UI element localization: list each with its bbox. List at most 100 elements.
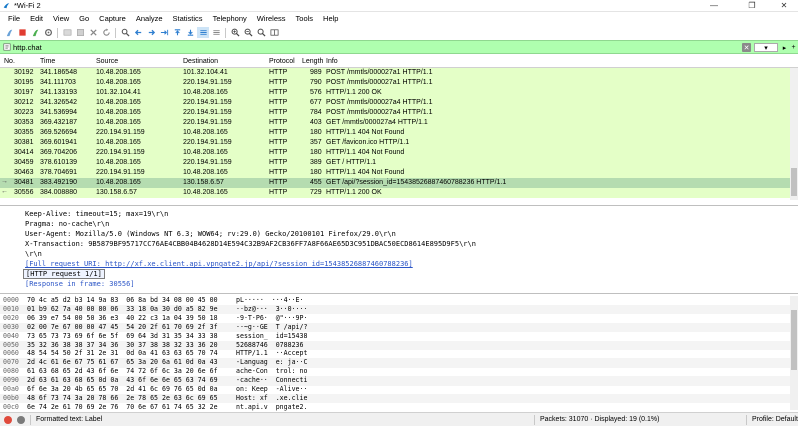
table-cell-info: GET /favicon.ico HTTP/1.1 bbox=[326, 139, 410, 146]
table-cell-source: 10.48.208.165 bbox=[96, 119, 141, 126]
column-header-protocol[interactable]: Protocol bbox=[269, 58, 295, 65]
full-request-uri-link[interactable]: [Full request URI: http://xf.xe.client.a… bbox=[25, 260, 413, 268]
table-row[interactable]: 30192 341.186548 10.48.208.165 101.32.104.4… bbox=[0, 68, 798, 78]
packet-list-scrollbar[interactable] bbox=[790, 68, 798, 200]
go-back-icon[interactable] bbox=[132, 27, 144, 38]
first-packet-icon[interactable] bbox=[171, 27, 183, 38]
table-row[interactable]: → 30481 383.492190 10.48.208.165 130.158.6.5… bbox=[0, 178, 798, 188]
table-row[interactable]: 30223 341.536994 10.48.208.165 220.194.91.1… bbox=[0, 108, 798, 118]
http-request-count[interactable]: [HTTP request 1/1] bbox=[23, 269, 105, 279]
reload-file-icon[interactable] bbox=[100, 27, 112, 38]
menu-tools[interactable]: Tools bbox=[291, 13, 319, 25]
scrollbar-thumb[interactable] bbox=[791, 310, 797, 370]
menu-view[interactable]: View bbox=[48, 13, 74, 25]
start-capture-icon[interactable] bbox=[3, 27, 15, 38]
table-row[interactable]: 30414 369.704206 220.194.91.159 10.48.208.1… bbox=[0, 148, 798, 158]
column-header-source[interactable]: Source bbox=[96, 58, 118, 65]
capture-options-icon[interactable] bbox=[42, 27, 54, 38]
table-cell-destination: 220.194.91.159 bbox=[183, 119, 232, 126]
table-cell-length: 403 bbox=[310, 119, 322, 126]
column-header-no[interactable]: No. bbox=[4, 58, 15, 65]
restart-capture-icon[interactable] bbox=[29, 27, 41, 38]
status-separator bbox=[30, 415, 31, 425]
table-row[interactable]: 30195 341.111703 10.48.208.165 220.194.91.1… bbox=[0, 78, 798, 88]
maximize-button[interactable]: ❐ bbox=[738, 0, 766, 12]
table-row[interactable]: 30353 369.432187 10.48.208.165 220.194.91.1… bbox=[0, 118, 798, 128]
zoom-out-icon[interactable] bbox=[242, 27, 254, 38]
table-cell-length: 989 bbox=[310, 69, 322, 76]
table-row[interactable]: ← 30556 384.008880 130.158.6.57 10.48.208.16… bbox=[0, 188, 798, 198]
display-filter-input[interactable] bbox=[13, 42, 733, 53]
expert-info-icon[interactable] bbox=[4, 416, 12, 424]
hex-ascii: Host: xf .xe.clie bbox=[236, 393, 308, 402]
save-file-icon[interactable] bbox=[74, 27, 86, 38]
bytes-scrollbar[interactable] bbox=[790, 296, 798, 410]
find-packet-icon[interactable] bbox=[119, 27, 131, 38]
table-cell-protocol: HTTP bbox=[269, 179, 288, 186]
table-cell-time: 369.601941 bbox=[40, 139, 77, 146]
apply-filter-button[interactable]: ▸ bbox=[781, 43, 788, 52]
add-filter-button[interactable]: + bbox=[790, 43, 797, 52]
column-header-length[interactable]: Length bbox=[302, 58, 323, 65]
autoscroll-icon[interactable] bbox=[197, 27, 209, 38]
open-file-icon[interactable] bbox=[61, 27, 73, 38]
column-header-info[interactable]: Info bbox=[326, 58, 338, 65]
table-cell-no: 30355 bbox=[14, 129, 34, 136]
go-forward-icon[interactable] bbox=[145, 27, 157, 38]
hex-offset: 0080 bbox=[3, 367, 19, 376]
table-cell-source: 130.158.6.57 bbox=[96, 189, 137, 196]
table-cell-source: 10.48.208.165 bbox=[96, 69, 141, 76]
table-cell-length: 784 bbox=[310, 109, 322, 116]
menu-file[interactable]: File bbox=[3, 13, 25, 25]
table-row[interactable]: 30197 341.133193 101.32.104.41 10.48.208.16… bbox=[0, 88, 798, 98]
hex-row[interactable]: 00c0 6e 74 2e 61 70 69 2e 76 70 6e 67 61 … bbox=[0, 403, 790, 413]
table-row[interactable]: 30355 369.526694 220.194.91.159 10.48.208.1… bbox=[0, 128, 798, 138]
detail-line[interactable]: X-Transaction: 9B5879BF95717CC76AE4CBB04… bbox=[25, 240, 476, 248]
stop-capture-icon[interactable] bbox=[16, 27, 28, 38]
scrollbar-thumb[interactable] bbox=[791, 168, 797, 196]
minimize-button[interactable]: — bbox=[700, 0, 728, 12]
close-button[interactable]: ✕ bbox=[770, 0, 798, 12]
table-cell-info: GET /api/?session_id=1543852688746078823… bbox=[326, 179, 507, 186]
filter-bookmark-icon[interactable] bbox=[3, 43, 11, 51]
menu-telephony[interactable]: Telephony bbox=[208, 13, 252, 25]
detail-line[interactable]: \r\n bbox=[25, 250, 42, 258]
go-to-packet-icon[interactable] bbox=[158, 27, 170, 38]
table-cell-time: 369.432187 bbox=[40, 119, 77, 126]
table-row[interactable]: 30212 341.326542 10.48.208.165 220.194.91.1… bbox=[0, 98, 798, 108]
capture-comment-icon[interactable] bbox=[17, 416, 25, 424]
menu-statistics[interactable]: Statistics bbox=[168, 13, 208, 25]
table-cell-protocol: HTTP bbox=[269, 99, 288, 106]
column-header-time[interactable]: Time bbox=[40, 58, 55, 65]
clear-filter-button[interactable]: ✕ bbox=[742, 43, 751, 52]
zoom-normal-icon[interactable] bbox=[255, 27, 267, 38]
table-cell-info: HTTP/1.1 404 Not Found bbox=[326, 149, 405, 156]
table-cell-source: 220.194.91.159 bbox=[96, 169, 145, 176]
table-row[interactable]: 30463 378.704691 220.194.91.159 10.48.208.1… bbox=[0, 168, 798, 178]
column-header-destination[interactable]: Destination bbox=[183, 58, 218, 65]
detail-line[interactable]: Keep-Alive: timeout=15; max=19\r\n bbox=[25, 210, 168, 218]
zoom-in-icon[interactable] bbox=[229, 27, 241, 38]
detail-line[interactable]: Pragma: no-cache\r\n bbox=[25, 220, 109, 228]
table-cell-info: HTTP/1.1 404 Not Found bbox=[326, 169, 405, 176]
last-packet-icon[interactable] bbox=[184, 27, 196, 38]
table-row[interactable]: 30381 369.601941 10.48.208.165 220.194.91.1… bbox=[0, 138, 798, 148]
menu-analyze[interactable]: Analyze bbox=[131, 13, 168, 25]
table-cell-info: POST /mmtls/000027a4 HTTP/1.1 bbox=[326, 99, 433, 106]
menu-go[interactable]: Go bbox=[74, 13, 94, 25]
menu-capture[interactable]: Capture bbox=[94, 13, 131, 25]
menu-wireless[interactable]: Wireless bbox=[252, 13, 291, 25]
response-in-frame-link[interactable]: [Response in frame: 30556] bbox=[25, 280, 135, 288]
colorize-icon[interactable] bbox=[210, 27, 222, 38]
profile-label[interactable]: Profile: Default bbox=[752, 416, 798, 423]
detail-line[interactable]: User-Agent: Mozilla/5.0 (Windows NT 6.3;… bbox=[25, 230, 396, 238]
table-row[interactable]: 30459 378.610139 10.48.208.165 220.194.91.1… bbox=[0, 158, 798, 168]
packet-details-pane: Keep-Alive: timeout=15; max=19\r\n Pragm… bbox=[0, 205, 798, 290]
resize-columns-icon[interactable] bbox=[268, 27, 280, 38]
filter-history-dropdown[interactable]: ▾ bbox=[754, 43, 778, 52]
hex-ascii: ··~g··GE T /api/? bbox=[236, 322, 308, 331]
menu-help[interactable]: Help bbox=[318, 13, 343, 25]
close-file-icon[interactable] bbox=[87, 27, 99, 38]
menu-edit[interactable]: Edit bbox=[25, 13, 48, 25]
table-cell-time: 383.492190 bbox=[40, 179, 77, 186]
